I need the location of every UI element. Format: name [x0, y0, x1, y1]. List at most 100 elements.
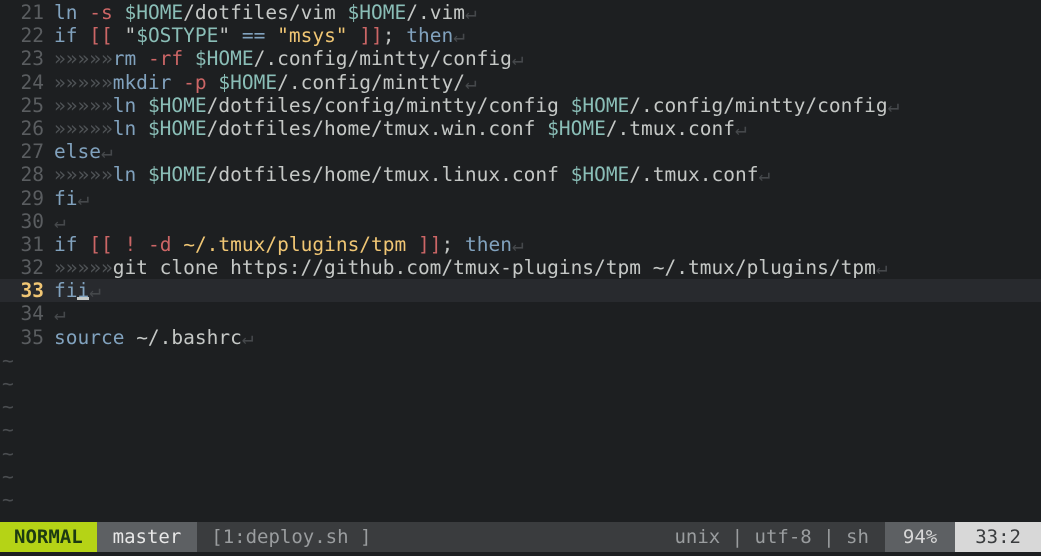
line-number: 29	[20, 186, 44, 210]
code-token: -d	[147, 232, 172, 256]
status-buffer-name[interactable]: [1:deploy.sh ]	[197, 522, 386, 552]
code-token: $HOME	[547, 116, 606, 140]
code-token: /.config/mintty/config	[253, 47, 512, 71]
line-number: 34	[20, 302, 44, 326]
editor-line[interactable]: 25 »»»»»ln $HOME/dotfiles/config/mintty/c…	[0, 94, 1041, 117]
eol-marker: ↵	[77, 186, 90, 210]
empty-line-marker: ~	[2, 348, 14, 372]
code-token: ]]	[359, 24, 383, 48]
code-token: ln	[112, 163, 137, 187]
line-content[interactable]: else↵	[44, 140, 113, 163]
line-content[interactable]: »»»»»git clone https://github.com/tmux-p…	[44, 256, 888, 279]
code-token: /dotfiles/home/tmux.linux.conf	[206, 163, 571, 187]
tab-marker: »»»»»	[54, 116, 113, 140]
code-token: ==	[241, 24, 266, 48]
vim-status-line: NORMAL master [1:deploy.sh ] unix | utf-…	[0, 522, 1041, 552]
empty-line-marker: ~	[2, 395, 14, 419]
editor-line[interactable]: 24 »»»»»mkdir -p $HOME/.config/mintty/↵	[0, 71, 1041, 94]
editor-line[interactable]: 23 »»»»»rm -rf $HOME/.config/mintty/confi…	[0, 47, 1041, 70]
eol-marker: ↵	[54, 302, 66, 326]
eol-marker: ↵	[734, 116, 747, 140]
code-token: -p	[183, 70, 207, 94]
status-spacer	[385, 522, 659, 552]
line-content[interactable]: source ~/.bashrc↵	[44, 326, 254, 349]
line-content[interactable]: »»»»»ln $HOME/dotfiles/home/tmux.linux.c…	[44, 163, 770, 186]
line-content[interactable]: fi↵	[44, 187, 89, 210]
tab-marker: »»»»»	[54, 47, 113, 71]
code-token: $HOME	[218, 70, 278, 94]
editor-line[interactable]: 21 ln -s $HOME/dotfiles/vim $HOME/.vim↵	[0, 1, 1041, 24]
code-token: -s	[89, 1, 113, 24]
empty-line-marker: ~	[2, 372, 14, 395]
code-token: ln	[54, 1, 78, 24]
line-content[interactable]: »»»»»ln $HOME/dotfiles/config/mintty/con…	[44, 94, 899, 117]
editor-text-area[interactable]: 21 ln -s $HOME/dotfiles/vim $HOME/.vim↵ 22…	[0, 0, 1041, 522]
status-git-branch[interactable]: master	[96, 522, 198, 552]
editor-line[interactable]: 27 else↵	[0, 140, 1041, 163]
eol-marker: ↵	[89, 279, 101, 303]
empty-line-marker: ~	[2, 464, 14, 488]
line-content[interactable]: »»»»»ln $HOME/dotfiles/home/tmux.win.con…	[44, 117, 747, 140]
code-token: fi	[54, 186, 78, 210]
line-number: 30	[20, 209, 44, 233]
eol-marker: ↵	[887, 93, 900, 117]
line-number: 31	[20, 232, 44, 256]
code-token: $OSTYPE	[136, 24, 219, 48]
code-token: [[	[89, 24, 113, 48]
code-token: ]]	[418, 232, 442, 256]
line-number: 26	[20, 116, 44, 140]
eol-marker: ↵	[511, 47, 524, 71]
code-token: /.config/mintty/config	[629, 93, 888, 117]
line-content[interactable]: ↵	[44, 210, 66, 233]
code-token: $HOME	[194, 47, 254, 71]
code-token: ln	[112, 93, 137, 117]
editor-line[interactable]: 28 »»»»»ln $HOME/dotfiles/home/tmux.linux…	[0, 163, 1041, 186]
code-token: $HOME	[570, 163, 630, 187]
code-token: mkdir	[112, 70, 172, 94]
editor-line[interactable]: 30 ↵	[0, 210, 1041, 233]
line-content[interactable]: ↵	[44, 302, 66, 325]
empty-line-marker: ~	[2, 418, 14, 442]
code-token: $HOME	[147, 163, 207, 187]
line-content[interactable]: »»»»»mkdir -p $HOME/.config/mintty/↵	[44, 71, 477, 94]
tab-marker: »»»»»	[54, 70, 113, 94]
code-token: !	[124, 232, 137, 256]
editor-line[interactable]: 35 source ~/.bashrc↵	[0, 326, 1041, 349]
code-token: /.config/mintty/	[277, 70, 465, 94]
eol-marker: ↵	[875, 256, 888, 280]
line-content[interactable]: if [[ ! -d ~/.tmux/plugins/tpm ]]; then↵	[44, 233, 524, 256]
line-content[interactable]: ln -s $HOME/dotfiles/vim $HOME/.vim↵	[44, 1, 477, 24]
eol-marker: ↵	[100, 140, 113, 164]
editor-line[interactable]: 34 ↵	[0, 302, 1041, 325]
tab-marker: »»»»»	[54, 93, 113, 117]
line-number: 22	[20, 24, 44, 48]
empty-line-marker: ~	[2, 487, 14, 511]
editor-line[interactable]: 33 fii↵	[0, 279, 1041, 303]
line-content[interactable]: if [[ "$OSTYPE" == "msys" ]]; then↵	[44, 24, 465, 47]
code-token: $HOME	[147, 116, 207, 140]
editor-line[interactable]: 26 »»»»»ln $HOME/dotfiles/home/tmux.win.c…	[0, 117, 1041, 140]
line-number: 21	[20, 1, 44, 24]
code-token: /dotfiles/home/tmux.win.conf	[206, 116, 548, 140]
editor-line[interactable]: 32 »»»»»git clone https://github.com/tmux…	[0, 256, 1041, 279]
code-token: if	[54, 232, 78, 256]
line-content[interactable]: fii↵	[44, 279, 101, 302]
code-token: ;	[441, 232, 465, 256]
tab-marker: »»»»»	[54, 256, 113, 280]
editor-line[interactable]: 22 if [[ "$OSTYPE" == "msys" ]]; then↵	[0, 24, 1041, 47]
code-token: ~/.bashrc	[124, 325, 242, 349]
code-token: $HOME	[124, 1, 184, 24]
line-content[interactable]: »»»»»rm -rf $HOME/.config/mintty/config↵	[44, 47, 524, 70]
editor-line[interactable]: 29 fi↵	[0, 187, 1041, 210]
code-token: /.vim	[406, 1, 465, 24]
editor-line[interactable]: 31 if [[ ! -d ~/.tmux/plugins/tpm ]]; the…	[0, 233, 1041, 256]
code-token: /dotfiles/config/mintty/config	[206, 93, 571, 117]
